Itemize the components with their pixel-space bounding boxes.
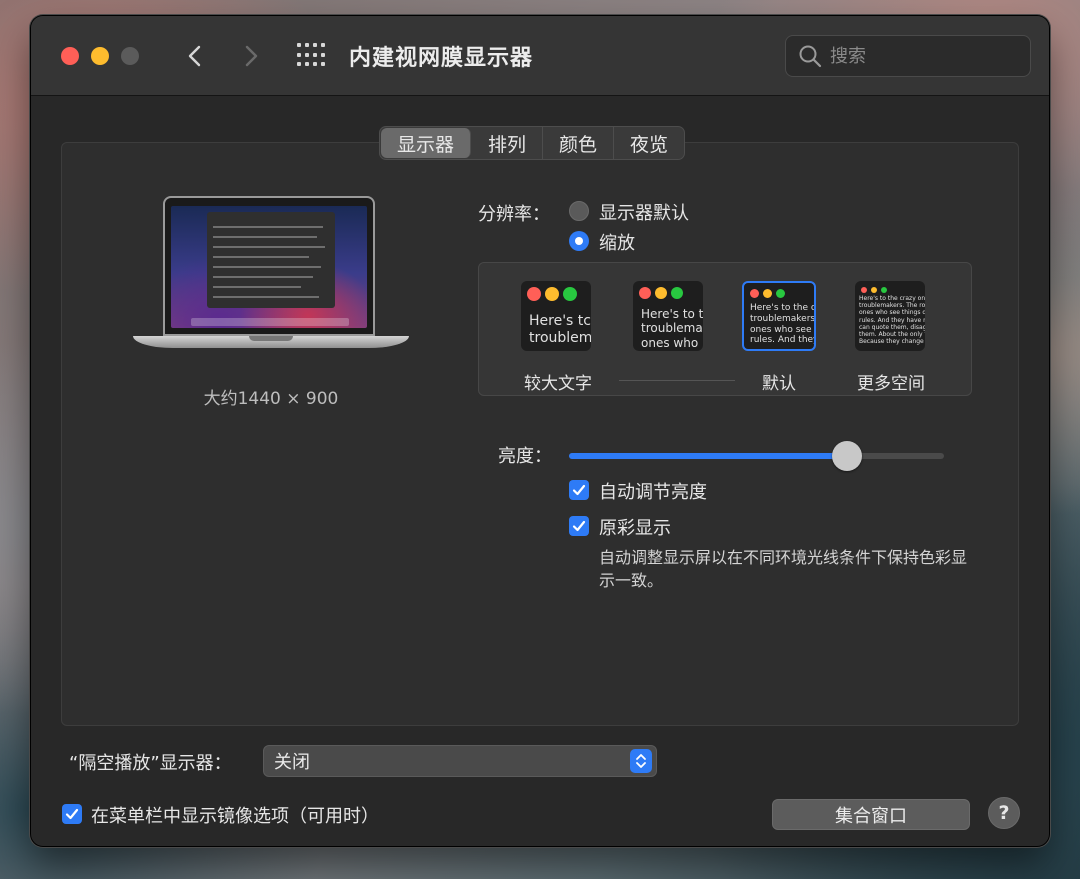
true-tone-description: 自动调整显示屏以在不同环境光线条件下保持色彩显示一致。 [599, 548, 968, 591]
airplay-display-value: 关闭 [274, 752, 310, 773]
brightness-slider[interactable] [569, 441, 944, 471]
scale-preview-text: Here's to the crazy one troublemakers. T… [859, 295, 925, 346]
airplay-display-select[interactable]: 关闭 [263, 745, 657, 777]
search-input[interactable] [830, 45, 1010, 67]
minimize-window-button[interactable] [91, 47, 109, 65]
tab-night-shift[interactable]: 夜览 [614, 127, 684, 159]
laptop-illustration [133, 196, 409, 358]
scale-preview-text: Here's to t troublema ones who [641, 307, 703, 350]
search-field[interactable] [785, 35, 1031, 77]
auto-brightness-checkbox[interactable] [569, 480, 589, 500]
auto-brightness-label[interactable]: 自动调节亮度 [599, 478, 707, 504]
option-scaled-label[interactable]: 缩放 [599, 229, 635, 255]
forward-button[interactable] [233, 38, 269, 74]
radio-display-default[interactable] [569, 201, 589, 221]
zoom-window-button [121, 47, 139, 65]
chevron-left-icon [188, 45, 201, 67]
show-all-grid-icon[interactable] [297, 43, 325, 69]
scale-option-more-space[interactable]: Here's to the crazy one troublemakers. T… [855, 281, 925, 351]
window-title: 内建视网膜显示器 [349, 46, 534, 71]
tab-bar: 显示器 排列 颜色 夜览 [379, 126, 686, 160]
scale-option-default[interactable]: Here's to the cr troublemakers. ones who… [742, 281, 816, 351]
scale-label-default: 默认 [762, 374, 796, 394]
scale-preview-text: Here's tc troublem [529, 313, 591, 346]
scale-preview-text: Here's to the cr troublemakers. ones who… [750, 303, 816, 346]
resolution-caption: 大约1440 × 900 [203, 389, 339, 409]
checkmark-icon [572, 520, 586, 532]
search-icon [799, 45, 822, 68]
mirroring-label[interactable]: 在菜单栏中显示镜像选项（可用时） [91, 802, 379, 828]
brightness-slider-fill [569, 453, 847, 459]
scale-options-panel: Here's tc troublem Here's to t troublema… [478, 262, 972, 396]
brightness-label: 亮度： [498, 446, 552, 467]
help-button[interactable]: ? [988, 797, 1020, 829]
system-preferences-window: 内建视网膜显示器 显示器 排列 颜色 夜览 [31, 16, 1049, 846]
brightness-slider-knob[interactable] [831, 441, 862, 471]
option-display-default-label[interactable]: 显示器默认 [599, 199, 689, 225]
scale-option-larger-text[interactable]: Here's tc troublem [521, 281, 591, 351]
airplay-display-label: “隔空播放”显示器： [69, 753, 232, 774]
scale-label-more-space: 更多空间 [857, 374, 925, 394]
mirroring-checkbox[interactable] [62, 804, 82, 824]
radio-scaled[interactable] [569, 231, 589, 251]
true-tone-label[interactable]: 原彩显示 [599, 514, 671, 540]
gather-windows-button[interactable]: 集合窗口 [772, 799, 970, 830]
scale-track [619, 380, 735, 381]
tab-arrangement[interactable]: 排列 [472, 127, 544, 159]
resolution-label: 分辨率： [478, 204, 550, 225]
title-bar: 内建视网膜显示器 [31, 16, 1049, 96]
updown-arrows-icon [630, 749, 652, 773]
scale-option-2[interactable]: Here's to t troublema ones who [633, 281, 703, 351]
back-button[interactable] [177, 38, 213, 74]
tab-color[interactable]: 颜色 [543, 127, 615, 159]
true-tone-checkbox[interactable] [569, 516, 589, 536]
scale-label-larger-text: 较大文字 [524, 374, 592, 394]
checkmark-icon [572, 484, 586, 496]
chevron-right-icon [245, 45, 258, 67]
checkmark-icon [65, 808, 79, 820]
tab-display[interactable]: 显示器 [381, 128, 472, 158]
close-window-button[interactable] [61, 47, 79, 65]
